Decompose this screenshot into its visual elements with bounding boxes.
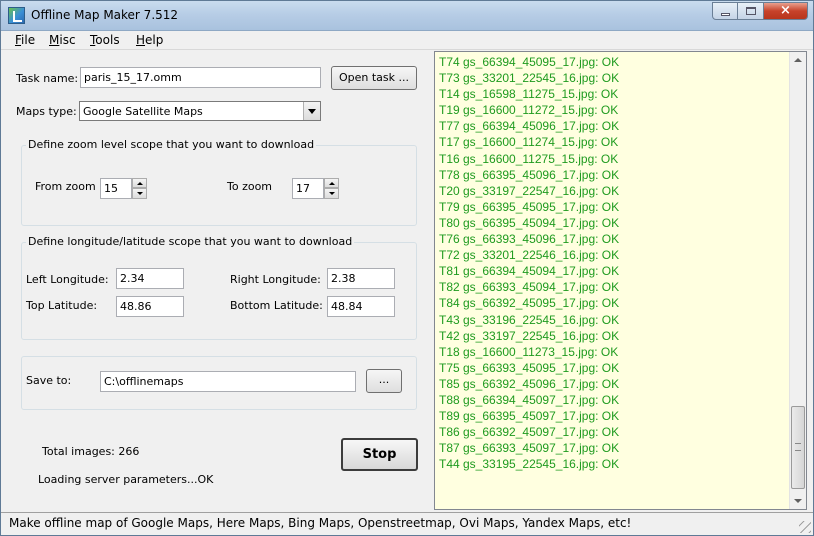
- minimize-button[interactable]: [712, 2, 738, 20]
- left-longitude-label: Left Longitude:: [26, 273, 109, 286]
- coords-group-title: Define longitude/latitude scope that you…: [26, 235, 355, 248]
- maximize-button[interactable]: [738, 2, 764, 20]
- status-bar: Make offline map of Google Maps, Here Ma…: [1, 512, 813, 535]
- scroll-up-icon[interactable]: [790, 52, 806, 69]
- total-images: Total images: 266: [42, 445, 140, 458]
- chevron-down-icon[interactable]: [303, 102, 320, 120]
- log-line: T75 gs_66393_45095_17.jpg: OK: [439, 360, 620, 375]
- log-line: T16 gs_16600_11275_15.jpg: OK: [439, 151, 619, 166]
- log-line: T81 gs_66394_45094_17.jpg: OK: [439, 264, 620, 279]
- log-line: T80 gs_66395_45094_17.jpg: OK: [439, 215, 620, 230]
- scroll-down-icon[interactable]: [790, 492, 806, 509]
- maps-type-label: Maps type:: [16, 105, 77, 118]
- log-line: T78 gs_66395_45096_17.jpg: OK: [439, 167, 620, 182]
- close-button[interactable]: ×: [764, 2, 808, 20]
- task-settings-panel: Task name: paris_15_17.omm Open task ...…: [1, 51, 431, 511]
- bottom-latitude-input[interactable]: 48.84: [327, 296, 395, 317]
- from-zoom-spinner[interactable]: 15: [100, 178, 148, 199]
- from-zoom-value[interactable]: 15: [100, 178, 132, 199]
- maps-type-select[interactable]: Google Satellite Maps: [79, 101, 321, 121]
- log-line: T87 gs_66393_45097_17.jpg: OK: [439, 441, 620, 456]
- window-controls: ×: [712, 2, 808, 20]
- title-bar[interactable]: Offline Map Maker 7.512 ×: [1, 1, 813, 31]
- top-latitude-label: Top Latitude:: [26, 299, 98, 312]
- zoom-group-title: Define zoom level scope that you want to…: [26, 138, 317, 151]
- log-line: T77 gs_66394_45096_17.jpg: OK: [439, 119, 620, 134]
- close-icon: ×: [780, 3, 791, 18]
- log-line: T86 gs_66392_45097_17.jpg: OK: [439, 425, 620, 440]
- log-line: T72 gs_33201_22546_16.jpg: OK: [439, 248, 620, 263]
- left-longitude-input[interactable]: 2.34: [116, 268, 184, 289]
- from-zoom-up-icon[interactable]: [132, 178, 147, 188]
- to-zoom-spinner[interactable]: 17: [292, 178, 340, 199]
- save-path-input[interactable]: C:\offlinemaps: [100, 371, 356, 392]
- from-zoom-label: From zoom: [35, 180, 96, 193]
- log-line: T89 gs_66395_45097_17.jpg: OK: [439, 409, 620, 424]
- bottom-latitude-label: Bottom Latitude:: [230, 299, 323, 312]
- log-line: T73 gs_33201_22545_16.jpg: OK: [439, 71, 620, 86]
- log-line: T88 gs_66394_45097_17.jpg: OK: [439, 392, 620, 407]
- app-window: Offline Map Maker 7.512 × File Misc Tool…: [0, 0, 814, 536]
- app-icon: [8, 7, 25, 24]
- log-line: T14 gs_16598_11275_15.jpg: OK: [439, 87, 619, 102]
- log-line: T82 gs_66393_45094_17.jpg: OK: [439, 280, 620, 295]
- resize-grip-icon[interactable]: [799, 521, 811, 533]
- top-latitude-input[interactable]: 48.86: [116, 296, 184, 317]
- right-longitude-label: Right Longitude:: [230, 273, 321, 286]
- right-longitude-input[interactable]: 2.38: [327, 268, 395, 289]
- menu-tools[interactable]: Tools: [90, 33, 120, 47]
- zoom-scope-group: Define zoom level scope that you want to…: [21, 138, 417, 226]
- log-line: T74 gs_66394_45095_17.jpg: OK: [439, 55, 620, 69]
- log-line: T84 gs_66392_45095_17.jpg: OK: [439, 296, 620, 311]
- log-line: T18 gs_16600_11273_15.jpg: OK: [439, 344, 619, 359]
- log-scrollbar[interactable]: [789, 52, 806, 509]
- log-list: T74 gs_66394_45095_17.jpg: OK T73 gs_3320…: [439, 54, 789, 472]
- menu-misc[interactable]: Misc: [49, 33, 76, 47]
- menu-bar: File Misc Tools Help: [1, 31, 813, 50]
- browse-button[interactable]: ...: [366, 369, 402, 393]
- loading-message: Loading server parameters...OK: [38, 473, 214, 486]
- log-line: T17 gs_16600_11274_15.jpg: OK: [439, 135, 619, 150]
- save-to-group: Save to: C:\offlinemaps ...: [21, 356, 417, 410]
- to-zoom-label: To zoom: [227, 180, 273, 193]
- download-log[interactable]: T74 gs_66394_45095_17.jpg: OK T73 gs_3320…: [434, 51, 807, 510]
- task-name-label: Task name:: [16, 72, 79, 85]
- menu-file[interactable]: File: [15, 33, 35, 47]
- log-line: T76 gs_66393_45096_17.jpg: OK: [439, 232, 620, 247]
- minimize-icon: [721, 13, 730, 16]
- open-task-button[interactable]: Open task ...: [331, 66, 417, 90]
- maximize-icon: [746, 7, 756, 15]
- log-line: T42 gs_33197_22545_16.jpg: OK: [439, 328, 620, 343]
- coordinate-scope-group: Define longitude/latitude scope that you…: [21, 235, 417, 340]
- to-zoom-up-icon[interactable]: [324, 178, 339, 188]
- window-title: Offline Map Maker 7.512: [31, 8, 179, 22]
- log-line: T79 gs_66395_45095_17.jpg: OK: [439, 199, 620, 214]
- to-zoom-value[interactable]: 17: [292, 178, 324, 199]
- log-line: T19 gs_16600_11272_15.jpg: OK: [439, 103, 619, 118]
- log-line: T44 gs_33195_22545_16.jpg: OK: [439, 457, 620, 472]
- log-line: T20 gs_33197_22547_16.jpg: OK: [439, 183, 620, 198]
- to-zoom-down-icon[interactable]: [324, 188, 339, 199]
- maps-type-selected: Google Satellite Maps: [83, 105, 203, 118]
- log-line: T43 gs_33196_22545_16.jpg: OK: [439, 312, 620, 327]
- task-name-input[interactable]: paris_15_17.omm: [80, 67, 321, 88]
- menu-help[interactable]: Help: [136, 33, 163, 47]
- status-text: Make offline map of Google Maps, Here Ma…: [9, 516, 632, 530]
- from-zoom-down-icon[interactable]: [132, 188, 147, 199]
- log-line: T85 gs_66392_45096_17.jpg: OK: [439, 376, 620, 391]
- scroll-thumb[interactable]: [791, 406, 805, 489]
- stop-button[interactable]: Stop: [341, 438, 418, 471]
- save-to-label: Save to:: [26, 374, 72, 387]
